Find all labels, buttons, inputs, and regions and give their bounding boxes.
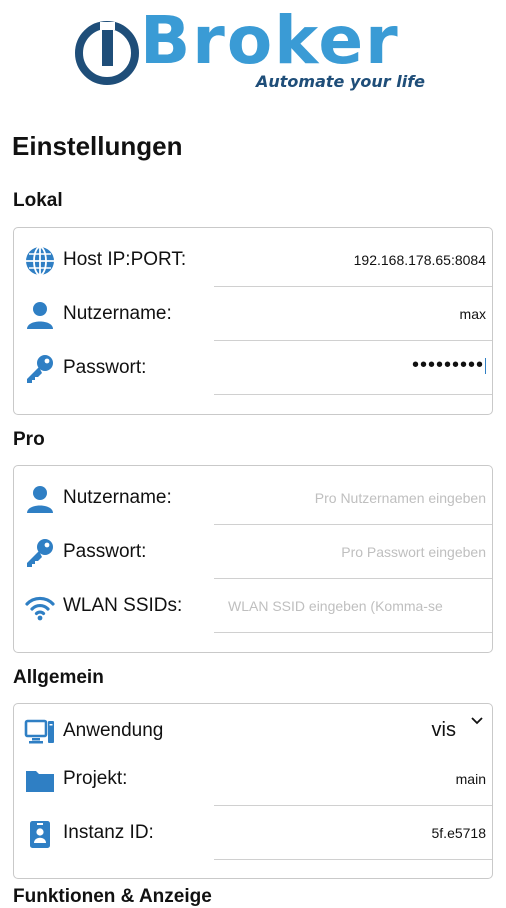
key-icon bbox=[27, 539, 53, 567]
input-underline bbox=[214, 632, 492, 633]
host-input[interactable]: 192.168.178.65:8084 bbox=[214, 252, 486, 268]
input-underline bbox=[214, 394, 492, 395]
card-allgemein: Anwendung vis Projekt: main Instanz ID: … bbox=[13, 703, 493, 879]
section-title-lokal: Lokal bbox=[13, 190, 63, 211]
password-input[interactable]: ••••••••• bbox=[214, 354, 486, 377]
pro-username-input[interactable]: Pro Nutzernamen eingeben bbox=[214, 490, 486, 506]
pro-password-row[interactable]: Passwort: Pro Passwort eingeben bbox=[14, 525, 492, 579]
iobroker-logo: Broker Automate your life bbox=[74, 8, 434, 100]
instanz-row[interactable]: Instanz ID: 5f.e5718 bbox=[14, 806, 492, 860]
host-label: Host IP:PORT: bbox=[63, 249, 187, 270]
iobroker-power-icon bbox=[75, 21, 139, 85]
anwendung-row[interactable]: Anwendung vis bbox=[14, 704, 492, 754]
section-title-funktionen: Funktionen & Anzeige bbox=[13, 886, 212, 907]
password-label: Passwort: bbox=[63, 357, 147, 378]
logo-wordmark: Broker bbox=[140, 2, 400, 79]
wlan-row[interactable]: WLAN SSIDs: WLAN SSID eingeben (Komma-se bbox=[14, 579, 492, 633]
password-row[interactable]: Passwort: ••••••••• bbox=[14, 341, 492, 395]
instanz-label: Instanz ID: bbox=[63, 822, 154, 843]
user-icon bbox=[27, 486, 53, 513]
pro-username-label: Nutzername: bbox=[63, 487, 172, 508]
id-badge-icon bbox=[30, 821, 50, 848]
pro-username-row[interactable]: Nutzername: Pro Nutzernamen eingeben bbox=[14, 471, 492, 525]
card-lokal: Host IP:PORT: 192.168.178.65:8084 Nutzer… bbox=[13, 227, 493, 415]
chevron-down-icon[interactable] bbox=[470, 714, 484, 728]
password-dots: ••••••••• bbox=[411, 354, 484, 376]
logo-tagline: Automate your life bbox=[256, 72, 426, 91]
computer-icon bbox=[24, 719, 54, 744]
wlan-label: WLAN SSIDs: bbox=[63, 595, 183, 616]
projekt-input[interactable]: main bbox=[214, 771, 486, 787]
input-underline bbox=[214, 859, 492, 860]
section-title-allgemein: Allgemein bbox=[13, 667, 104, 688]
text-caret bbox=[485, 357, 486, 374]
pro-password-input[interactable]: Pro Passwort eingeben bbox=[214, 544, 486, 560]
wifi-icon bbox=[25, 596, 55, 621]
user-icon bbox=[27, 302, 53, 329]
host-row[interactable]: Host IP:PORT: 192.168.178.65:8084 bbox=[14, 233, 492, 287]
section-title-pro: Pro bbox=[13, 429, 45, 450]
card-pro: Nutzername: Pro Nutzernamen eingeben Pas… bbox=[13, 465, 493, 653]
key-icon bbox=[27, 355, 53, 383]
pro-password-label: Passwort: bbox=[63, 541, 147, 562]
folder-icon bbox=[26, 771, 54, 792]
username-input[interactable]: max bbox=[214, 306, 486, 322]
globe-icon bbox=[26, 246, 54, 276]
username-label: Nutzername: bbox=[63, 303, 172, 324]
projekt-row[interactable]: Projekt: main bbox=[14, 752, 492, 806]
anwendung-label: Anwendung bbox=[63, 720, 164, 741]
instanz-input[interactable]: 5f.e5718 bbox=[214, 825, 487, 841]
anwendung-select[interactable]: vis bbox=[214, 719, 456, 742]
projekt-label: Projekt: bbox=[63, 768, 128, 789]
username-row[interactable]: Nutzername: max bbox=[14, 287, 492, 341]
page-title: Einstellungen bbox=[12, 131, 183, 161]
wlan-input[interactable]: WLAN SSID eingeben (Komma-se bbox=[228, 598, 486, 614]
